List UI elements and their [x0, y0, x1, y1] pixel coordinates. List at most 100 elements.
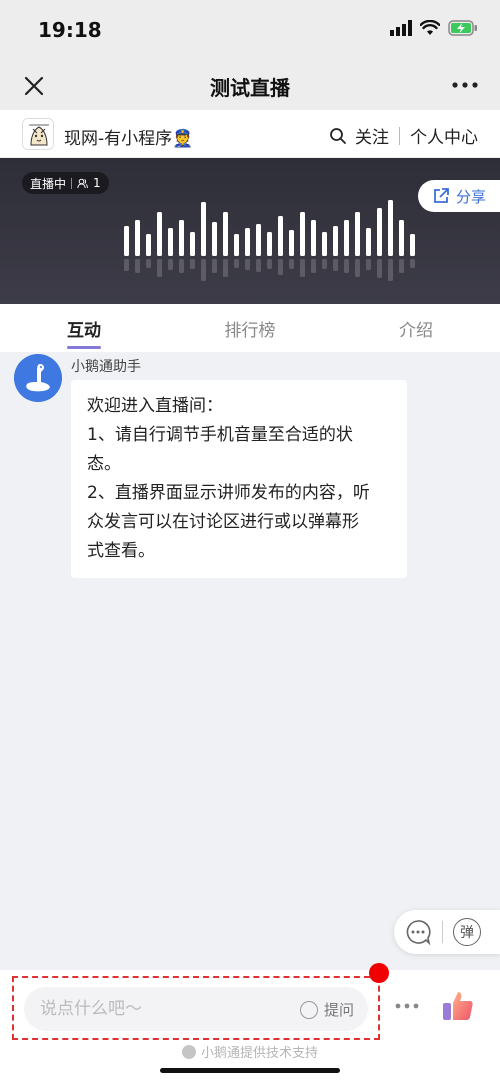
message-line: 1、请自行调节手机音量至合适的状 [87, 425, 353, 445]
divider [442, 921, 443, 943]
waveform-bar [355, 212, 360, 256]
ask-label: 提问 [323, 1001, 354, 1019]
ask-checkbox[interactable] [299, 1000, 318, 1019]
message-line: 式查看。 [87, 541, 155, 561]
waveform-reflection [410, 259, 415, 268]
powered-by: 小鹅通提供技术支持 [0, 1042, 500, 1061]
waveform-reflection [201, 259, 206, 281]
nav-bar: 测试直播 [0, 60, 500, 110]
personal-center-button[interactable]: 个人中心 [410, 123, 478, 148]
brand-icon [181, 1044, 196, 1059]
status-bar: 19:18 [0, 0, 500, 60]
waveform-bar [377, 208, 382, 256]
waveform-bar [344, 220, 349, 256]
waveform-bar [322, 232, 327, 256]
cellular-signal-icon [390, 20, 412, 36]
waveform-bar [300, 212, 305, 256]
channel-bar: 现网-有小程序👮 关注 个人中心 [0, 110, 500, 158]
status-time: 19:18 [38, 18, 102, 42]
waveform-bar [157, 212, 162, 256]
waveform-bar [267, 232, 272, 256]
search-icon[interactable] [329, 127, 347, 145]
waveform-reflection [311, 259, 316, 273]
waveform-bar [201, 202, 206, 256]
tab-introduction[interactable]: 介绍 [366, 316, 466, 341]
waveform-bar [399, 220, 404, 256]
waveform-bar [289, 230, 294, 256]
waveform-bar [179, 220, 184, 256]
waveform-reflection [179, 259, 184, 273]
waveform-bar [333, 226, 338, 256]
notification-dot [369, 963, 389, 983]
message-sender: 小鹅通助手 [71, 359, 141, 375]
like-thumbs-up-icon[interactable] [440, 988, 476, 1024]
waveform-reflection [212, 259, 217, 273]
waveform-bar [234, 234, 239, 256]
divider [399, 126, 400, 145]
bottom-bar: 提问 小鹅通提供技术支持 [0, 963, 500, 1082]
waveform-reflection [344, 259, 349, 273]
status-icons [390, 20, 478, 36]
waveform-reflection [289, 259, 294, 269]
comment-input[interactable] [40, 987, 280, 1031]
chat-area[interactable]: 小鹅通助手 欢迎进入直播间： 1、请自行调节手机音量至合适的状 态。 2、直播界… [0, 352, 500, 970]
waveform-reflection [377, 259, 382, 278]
waveform-reflection [157, 259, 162, 277]
more-options-icon[interactable] [450, 74, 480, 96]
waveform-reflection [190, 259, 195, 269]
waveform-bar [410, 234, 415, 256]
waveform-bar [146, 234, 151, 256]
waveform-reflection [300, 259, 305, 277]
message-bubble: 欢迎进入直播间： 1、请自行调节手机音量至合适的状 态。 2、直播界面显示讲师发… [71, 380, 407, 578]
floating-actions: 弹 [394, 910, 500, 954]
channel-name[interactable]: 现网-有小程序👮 [64, 124, 193, 149]
tab-leaderboard[interactable]: 排行榜 [200, 316, 300, 341]
waveform-bar [223, 212, 228, 256]
comment-icon[interactable] [404, 918, 432, 946]
tab-interaction[interactable]: 互动 [34, 316, 134, 341]
waveform-bar [124, 226, 129, 256]
channel-logo[interactable] [22, 118, 54, 150]
viewer-icon [77, 178, 88, 188]
waveform-reflection [267, 259, 272, 269]
waveform-bar [311, 220, 316, 256]
share-button[interactable]: 分享 [418, 180, 500, 212]
live-status-badge: 直播中 1 [22, 172, 109, 194]
danmaku-label: 弹 [460, 925, 474, 941]
danmaku-toggle-button[interactable]: 弹 [453, 918, 481, 946]
waveform-reflection [388, 259, 393, 281]
waveform-reflection [322, 259, 327, 269]
more-icon[interactable] [394, 996, 420, 1016]
waveform-reflection [366, 259, 371, 270]
goose-logo-icon [14, 354, 62, 402]
comment-input-box[interactable]: 提问 [24, 987, 368, 1031]
waveform-reflection [355, 259, 360, 277]
ask-question-toggle[interactable]: 提问 [299, 999, 354, 1020]
powered-by-label: 小鹅通提供技术支持 [200, 1046, 318, 1061]
battery-charging-icon [448, 20, 477, 36]
waveform-bar [388, 200, 393, 256]
wifi-icon [420, 20, 440, 35]
channel-logo-image [23, 119, 53, 149]
waveform-reflection [333, 259, 338, 271]
waveform-bar [256, 224, 261, 256]
live-player[interactable]: 直播中 1 分享 [0, 158, 500, 304]
waveform-reflection [245, 259, 250, 270]
input-highlight-frame: 提问 [12, 976, 380, 1040]
waveform-reflection [234, 259, 239, 268]
tab-indicator [67, 346, 101, 349]
waveform-bar [190, 232, 195, 256]
waveform-reflection [223, 259, 228, 277]
waveform-reflection [168, 259, 173, 270]
home-indicator[interactable] [160, 1068, 340, 1073]
avatar[interactable] [14, 354, 62, 402]
follow-button[interactable]: 关注 [355, 123, 389, 148]
waveform-reflection [256, 259, 261, 272]
badge-divider [71, 177, 73, 189]
live-status-label: 直播中 [30, 176, 67, 191]
waveform-bar [168, 228, 173, 256]
waveform-bar [366, 228, 371, 256]
page-title: 测试直播 [210, 76, 290, 100]
waveform-bar [212, 222, 217, 256]
waveform-reflection [399, 259, 404, 273]
